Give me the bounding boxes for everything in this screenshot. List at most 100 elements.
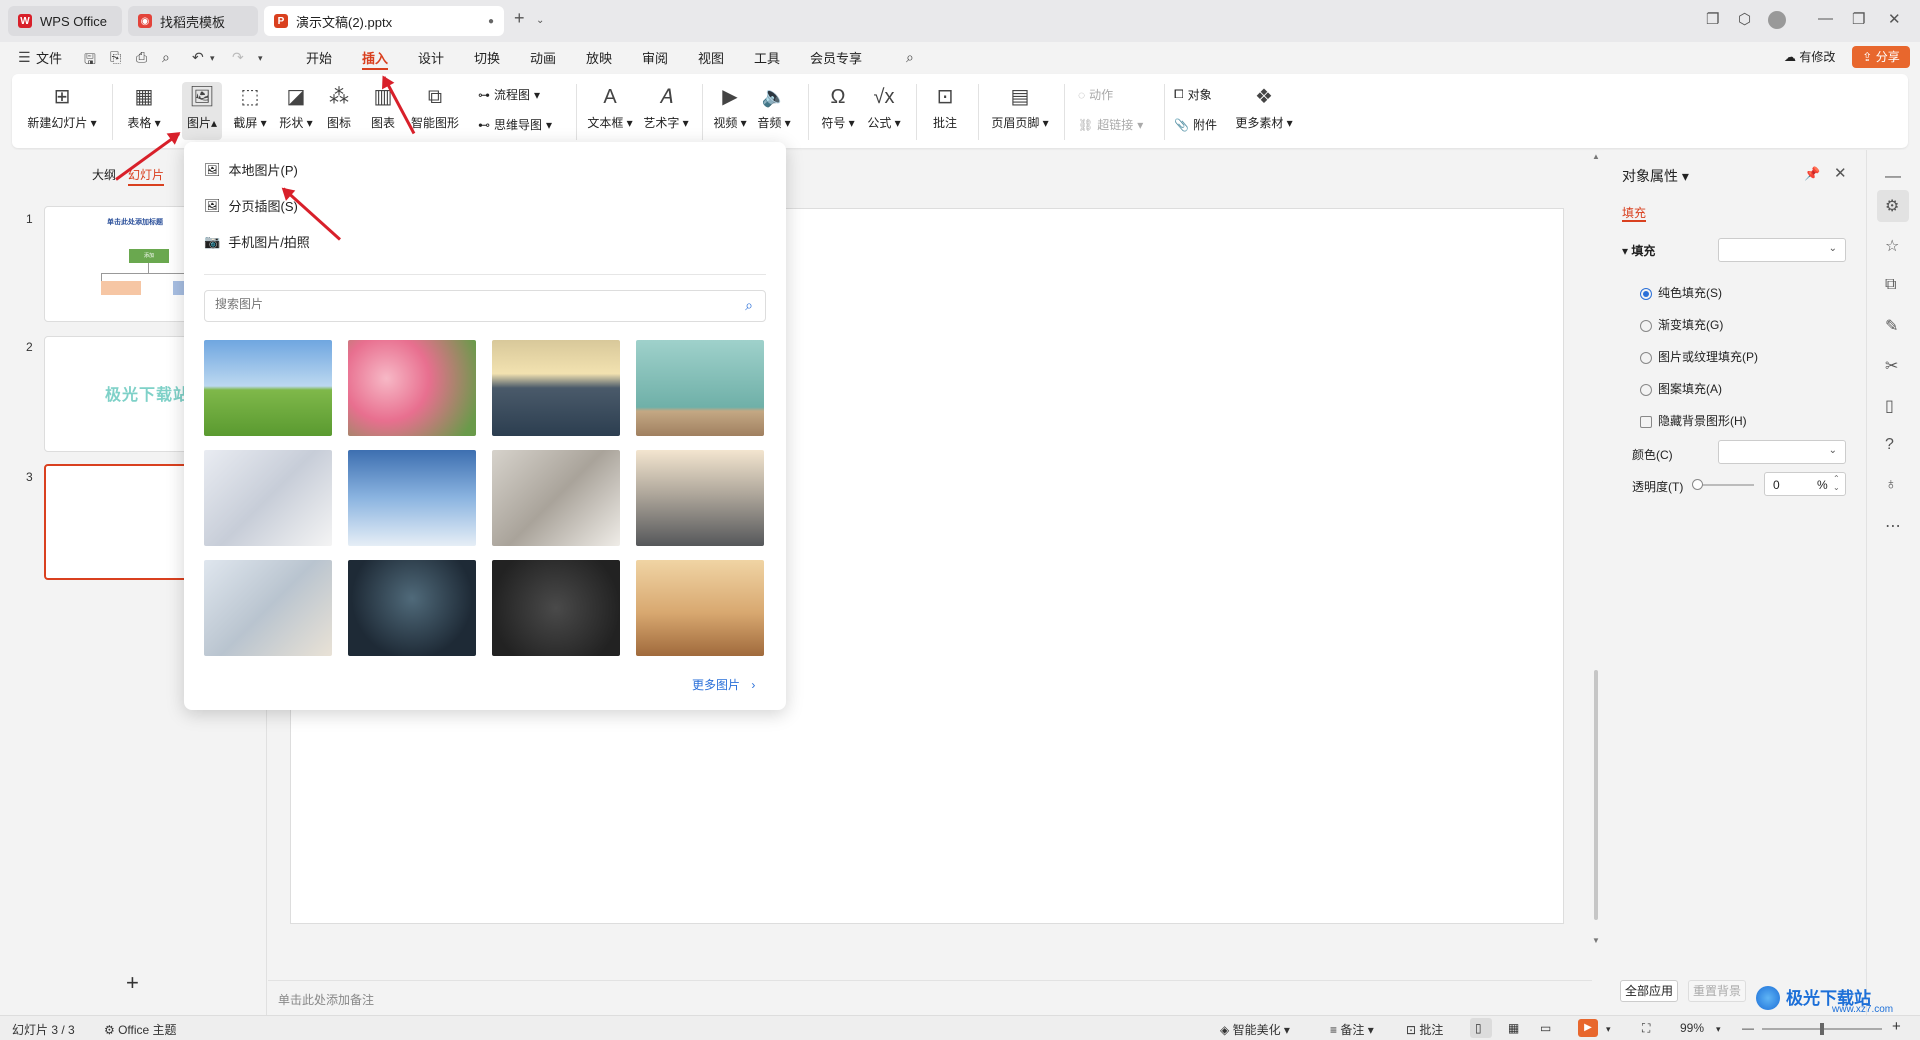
reading-view-icon[interactable]: ▭	[1540, 1021, 1551, 1035]
tab-fill[interactable]: 填充	[1622, 204, 1646, 221]
properties-icon[interactable]: ⚙	[1885, 196, 1899, 216]
fill-section-header[interactable]: ▾ 填充	[1622, 242, 1655, 259]
pattern-fill-option[interactable]: 图案填充(A)	[1640, 380, 1722, 397]
picture-button[interactable]: 🖼 图片▴	[182, 82, 222, 140]
new-tab-plus-icon[interactable]: +	[514, 8, 525, 29]
export-icon[interactable]: ⎘	[110, 49, 121, 66]
zoom-in-icon[interactable]: +	[1892, 1018, 1901, 1035]
undo-icon[interactable]: ↶	[192, 49, 204, 66]
normal-view-button[interactable]: ▯	[1470, 1018, 1492, 1038]
gradient-fill-option[interactable]: 渐变填充(G)	[1640, 316, 1723, 333]
stock-image-hands-phone[interactable]	[204, 450, 332, 546]
more-icon[interactable]: ⋯	[1885, 516, 1901, 536]
more-pictures-link[interactable]: 更多图片 ›	[692, 676, 755, 693]
grid-view-icon[interactable]: ▦	[1508, 1021, 1519, 1035]
textbox-button[interactable]: A 文本框 ▾	[586, 84, 634, 131]
help-icon[interactable]: ?	[1885, 436, 1894, 454]
star-icon[interactable]: ☆	[1885, 236, 1899, 256]
symbol-button[interactable]: Ω 符号 ▾	[818, 84, 858, 131]
audio-button[interactable]: 🔈 音频 ▾	[754, 84, 794, 131]
solid-fill-option[interactable]: 纯色填充(S)	[1640, 284, 1722, 301]
formula-button[interactable]: √x 公式 ▾	[864, 84, 904, 131]
avatar[interactable]	[1768, 11, 1786, 29]
icon-button[interactable]: ⁂ 图标	[322, 84, 356, 131]
smart-graphic-button[interactable]: ⧉ 智能图形	[408, 84, 462, 131]
share-button[interactable]: ⇪ 分享	[1852, 46, 1910, 68]
tab-presentation[interactable]: P 演示文稿(2).pptx ●	[264, 6, 504, 36]
menu-transition[interactable]: 切换	[474, 48, 500, 67]
picture-search-box[interactable]: ⌕	[204, 290, 766, 322]
video-button[interactable]: ▶ 视频 ▾	[710, 84, 750, 131]
zoom-out-icon[interactable]: —	[1742, 1021, 1754, 1035]
chart-button[interactable]: ▥ 图表	[366, 84, 400, 131]
tools-icon[interactable]: ✂	[1885, 356, 1898, 376]
wordart-button[interactable]: 𝐴 艺术字 ▾	[642, 84, 690, 131]
zoom-options-icon[interactable]: ▾	[1716, 1024, 1721, 1035]
window-layout-icon[interactable]: ❐	[1706, 10, 1719, 28]
more-chevron-icon[interactable]: ▾	[258, 53, 263, 64]
menu-start[interactable]: 开始	[306, 48, 332, 67]
menu-insert[interactable]: 插入	[362, 48, 388, 67]
tab-list-chevron-icon[interactable]: ⌄	[536, 15, 544, 26]
apply-all-button[interactable]: 全部应用	[1620, 980, 1678, 1002]
pin-icon[interactable]: 📌	[1804, 166, 1820, 182]
cube-icon[interactable]: ⬡	[1738, 10, 1751, 28]
notes-area[interactable]: 单击此处添加备注	[268, 980, 1592, 1014]
scroll-up-icon[interactable]: ▲	[1592, 152, 1600, 161]
stock-image-airplane[interactable]	[348, 450, 476, 546]
stock-image-raised-fists[interactable]	[204, 560, 332, 656]
phone-picture-item[interactable]: 📷 手机图片/拍照	[204, 232, 310, 251]
transparency-input[interactable]: 0 % ⌃ ⌄	[1764, 472, 1846, 496]
transparency-slider-handle[interactable]	[1692, 479, 1703, 490]
menu-review[interactable]: 审阅	[642, 48, 668, 67]
menu-member[interactable]: 会员专享	[810, 48, 862, 67]
stock-image-teal-wall[interactable]	[636, 340, 764, 436]
menu-tools[interactable]: 工具	[754, 48, 780, 67]
tab-template[interactable]: ◉ 找稻壳模板	[128, 6, 258, 36]
transparency-slider-track[interactable]	[1696, 484, 1754, 486]
mindmap-button[interactable]: ⊷ 思维导图 ▾	[478, 116, 552, 133]
add-slide-button[interactable]: +	[126, 970, 139, 996]
menu-view[interactable]: 视图	[698, 48, 724, 67]
table-button[interactable]: ▦ 表格 ▾	[122, 84, 166, 131]
restore-icon[interactable]: ❐	[1852, 10, 1865, 28]
book-icon[interactable]: ▯	[1885, 396, 1894, 416]
picture-fill-option[interactable]: 图片或纹理填充(P)	[1640, 348, 1758, 365]
hide-background-checkbox[interactable]: 隐藏背景图形(H)	[1640, 412, 1747, 429]
comment-status-button[interactable]: ⊡ 批注	[1406, 1021, 1443, 1038]
close-icon[interactable]: ✕	[1834, 164, 1847, 182]
hamburger-icon[interactable]: ☰	[18, 49, 31, 66]
play-options-icon[interactable]: ▾	[1606, 1024, 1611, 1035]
stock-image-hands-document[interactable]	[492, 450, 620, 546]
stock-image-tulips[interactable]	[348, 340, 476, 436]
stock-image-solar-farm[interactable]	[492, 340, 620, 436]
save-icon[interactable]: 🖫	[84, 49, 96, 73]
new-slide-button[interactable]: ⊞ 新建幻灯片 ▾	[26, 84, 98, 131]
hyperlink-button[interactable]: ⛓ 超链接 ▾	[1078, 116, 1143, 133]
shape-button[interactable]: ◪ 形状 ▾	[276, 84, 316, 131]
flowchart-button[interactable]: ⊶ 流程图 ▾	[478, 86, 540, 103]
notes-button[interactable]: ≡ 备注 ▾	[1330, 1021, 1374, 1038]
scroll-down-icon[interactable]: ▼	[1592, 936, 1600, 945]
tab-wps-office[interactable]: W WPS Office	[8, 6, 122, 36]
menu-file[interactable]: 文件	[36, 48, 62, 67]
theme-indicator[interactable]: ⚙ Office 主题	[104, 1021, 177, 1038]
color-select[interactable]: ⌄	[1718, 440, 1846, 464]
fit-window-icon[interactable]: ⛶	[1642, 1021, 1650, 1036]
copy-icon[interactable]: ⧉	[1885, 276, 1896, 294]
zoom-level[interactable]: 99%	[1680, 1021, 1704, 1035]
unsaved-dot-icon[interactable]: ●	[488, 16, 494, 27]
skin-icon[interactable]: ♁	[1885, 476, 1897, 494]
minimize-icon[interactable]: —	[1818, 10, 1833, 27]
play-slideshow-button[interactable]: ▶	[1578, 1019, 1598, 1037]
scroll-thumb[interactable]	[1594, 670, 1598, 920]
local-picture-item[interactable]: 🖼 本地图片(P)	[204, 160, 298, 179]
vertical-scrollbar[interactable]: ▲ ▼	[1592, 150, 1600, 980]
stock-image-chalkboard[interactable]	[492, 560, 620, 656]
menu-design[interactable]: 设计	[418, 48, 444, 67]
reset-background-button[interactable]: 重置背景	[1688, 980, 1746, 1002]
close-window-icon[interactable]: ✕	[1888, 10, 1901, 28]
comment-button[interactable]: ⊡ 批注	[928, 84, 962, 131]
redo-icon[interactable]: ↷	[232, 49, 244, 66]
more-material-button[interactable]: ❖ 更多素材 ▾	[1232, 84, 1296, 131]
